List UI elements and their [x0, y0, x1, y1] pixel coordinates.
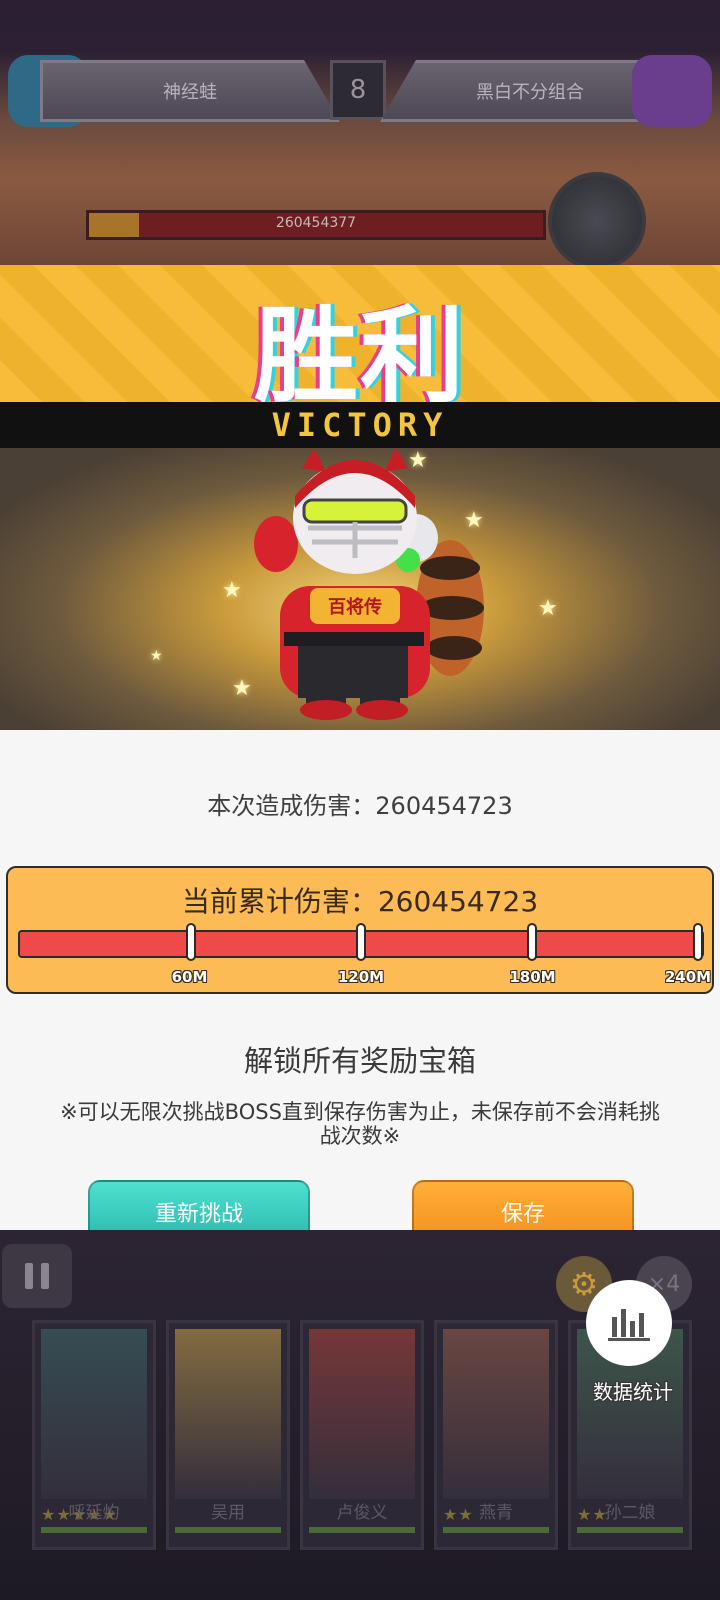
hint-text: ※可以无限次挑战BOSS直到保存伤害为止，未保存前不会消耗挑战次数※ [60, 1100, 660, 1148]
milestone-label: 240M [664, 968, 712, 986]
victory-title: 胜利 [253, 295, 466, 417]
hero-portrait [443, 1329, 549, 1499]
hero-name: 呼延灼 [68, 1503, 120, 1523]
round-counter: 8 [330, 60, 386, 120]
hero-hp-bar [577, 1527, 683, 1533]
total-damage-line: 当前累计伤害：260454723 [8, 880, 712, 920]
milestone-marker [526, 923, 537, 961]
hero-portrait [309, 1329, 415, 1499]
hero-hp-bar [175, 1527, 281, 1533]
hero-portrait [175, 1329, 281, 1499]
sparkle-star-icon: ★ [222, 578, 242, 603]
stats-label[interactable]: 数据统计 [578, 1376, 688, 1405]
boss-avatar [548, 172, 646, 270]
pause-icon [41, 1263, 49, 1289]
hero-hp-bar [41, 1527, 147, 1533]
boss-hp-text: 260454377 [275, 215, 357, 231]
milestone-marker [185, 923, 196, 961]
total-damage-label: 当前累计伤害： [181, 885, 378, 918]
victory-strip: VICTORY [0, 402, 720, 448]
damage-progress-bar [18, 923, 704, 961]
milestone-marker [356, 923, 366, 961]
milestone-label: 60M [171, 968, 208, 986]
svg-text:百将传: 百将传 [328, 596, 382, 618]
boss-hp-bar: 260454377 [86, 210, 546, 240]
milestone-label: 120M [337, 968, 385, 986]
pause-button[interactable] [2, 1244, 72, 1308]
milestone-marker [693, 923, 703, 961]
result-panel: 本次造成伤害：260454723 当前累计伤害：260454723 60M 120… [0, 730, 720, 1244]
battle-hud-top: 神经蛙 8 黑白不分组合 260454377 [0, 0, 720, 270]
stats-button[interactable] [586, 1280, 672, 1366]
raccoon-mascot-icon: 百将传 [254, 448, 484, 720]
hero-hp-bar [309, 1527, 415, 1533]
hero-name: 卢俊义 [336, 1503, 388, 1523]
bar-chart-icon [608, 1309, 650, 1341]
pause-icon [25, 1263, 33, 1289]
sparkle-star-icon: ★ [150, 648, 163, 664]
hero-name: 吴用 [211, 1503, 245, 1523]
team-right-emblem-icon [632, 55, 712, 127]
hero-hp-bar [443, 1527, 549, 1533]
hero-name: 孙二娘 [604, 1503, 656, 1523]
this-damage-value: 260454723 [375, 792, 513, 820]
sparkle-star-icon: ★ [538, 596, 558, 621]
hero-name: 燕青 [479, 1503, 513, 1523]
team-left-name: 神经蛙 [40, 60, 340, 122]
total-damage-value: 260454723 [377, 885, 539, 918]
victory-banner: 胜利 [0, 265, 720, 417]
milestone-label: 180M [509, 968, 556, 986]
hero-portrait [41, 1329, 147, 1499]
this-damage-label: 本次造成伤害： [207, 792, 376, 820]
unlock-text: 解锁所有奖励宝箱 [243, 1044, 476, 1078]
this-damage-line: 本次造成伤害：260454723 [0, 786, 720, 821]
victory-subtitle: VICTORY [271, 406, 449, 444]
character-showcase: ★ ★ ★ ★ ★ ★ 百将传 [0, 448, 720, 730]
damage-progress-box: 当前累计伤害：260454723 60M 120M 180M 240M [6, 866, 714, 994]
